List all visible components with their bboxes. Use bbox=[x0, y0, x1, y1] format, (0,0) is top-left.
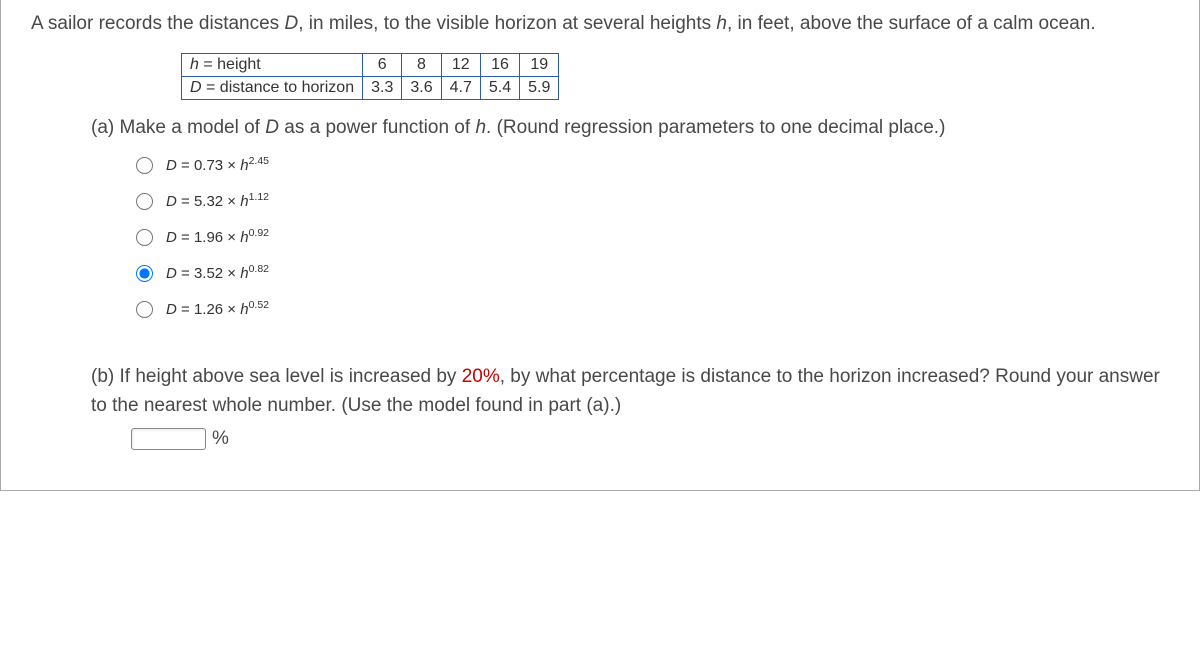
d-val-3: 5.4 bbox=[480, 76, 519, 99]
h-val-3: 16 bbox=[480, 53, 519, 76]
intro-text-2: , in miles, to the visible horizon at se… bbox=[298, 13, 716, 34]
options-group: D = 0.73 × h2.45 D = 5.32 × h1.12 D = 1.96… bbox=[131, 154, 1169, 318]
table-row: D = distance to horizon 3.3 3.6 4.7 5.4 … bbox=[182, 76, 559, 99]
pct-increase: 20% bbox=[462, 366, 500, 387]
option-2[interactable]: D = 1.96 × h0.92 bbox=[131, 226, 1169, 246]
radio-1[interactable] bbox=[136, 193, 153, 210]
option-1[interactable]: D = 5.32 × h1.12 bbox=[131, 190, 1169, 210]
radio-0[interactable] bbox=[136, 157, 153, 174]
intro-text-1: A sailor records the distances bbox=[31, 13, 284, 34]
option-4[interactable]: D = 1.26 × h0.52 bbox=[131, 298, 1169, 318]
h-val-2: 12 bbox=[441, 53, 480, 76]
option-label-1: D = 5.32 × h1.12 bbox=[166, 191, 269, 210]
percent-unit: % bbox=[212, 428, 229, 450]
option-label-0: D = 0.73 × h2.45 bbox=[166, 155, 269, 174]
part-b-text: (b) If height above sea level is increas… bbox=[91, 363, 1169, 420]
d-val-1: 3.6 bbox=[402, 76, 441, 99]
option-0[interactable]: D = 0.73 × h2.45 bbox=[131, 154, 1169, 174]
radio-4[interactable] bbox=[136, 301, 153, 318]
data-table: h = height 6 8 12 16 19 D = distance to … bbox=[181, 53, 559, 100]
option-label-4: D = 1.26 × h0.52 bbox=[166, 299, 269, 318]
option-label-2: D = 1.96 × h0.92 bbox=[166, 227, 269, 246]
d-val-4: 5.9 bbox=[520, 76, 559, 99]
row-h-label: h = height bbox=[182, 53, 363, 76]
d-val-2: 4.7 bbox=[441, 76, 480, 99]
row-D-label: D = distance to horizon bbox=[182, 76, 363, 99]
option-3[interactable]: D = 3.52 × h0.82 bbox=[131, 262, 1169, 282]
h-val-4: 19 bbox=[520, 53, 559, 76]
h-val-1: 8 bbox=[402, 53, 441, 76]
intro-text-3: , in feet, above the surface of a calm o… bbox=[727, 13, 1096, 34]
h-val-0: 6 bbox=[363, 53, 402, 76]
percent-input[interactable] bbox=[131, 428, 206, 450]
var-h: h bbox=[716, 13, 727, 34]
table-row: h = height 6 8 12 16 19 bbox=[182, 53, 559, 76]
var-D: D bbox=[284, 13, 298, 34]
option-label-3: D = 3.52 × h0.82 bbox=[166, 263, 269, 282]
problem-intro: A sailor records the distances D, in mil… bbox=[31, 10, 1169, 39]
part-a-text: (a) Make a model of D as a power functio… bbox=[91, 114, 1169, 143]
radio-2[interactable] bbox=[136, 229, 153, 246]
radio-3[interactable] bbox=[136, 265, 153, 282]
d-val-0: 3.3 bbox=[363, 76, 402, 99]
